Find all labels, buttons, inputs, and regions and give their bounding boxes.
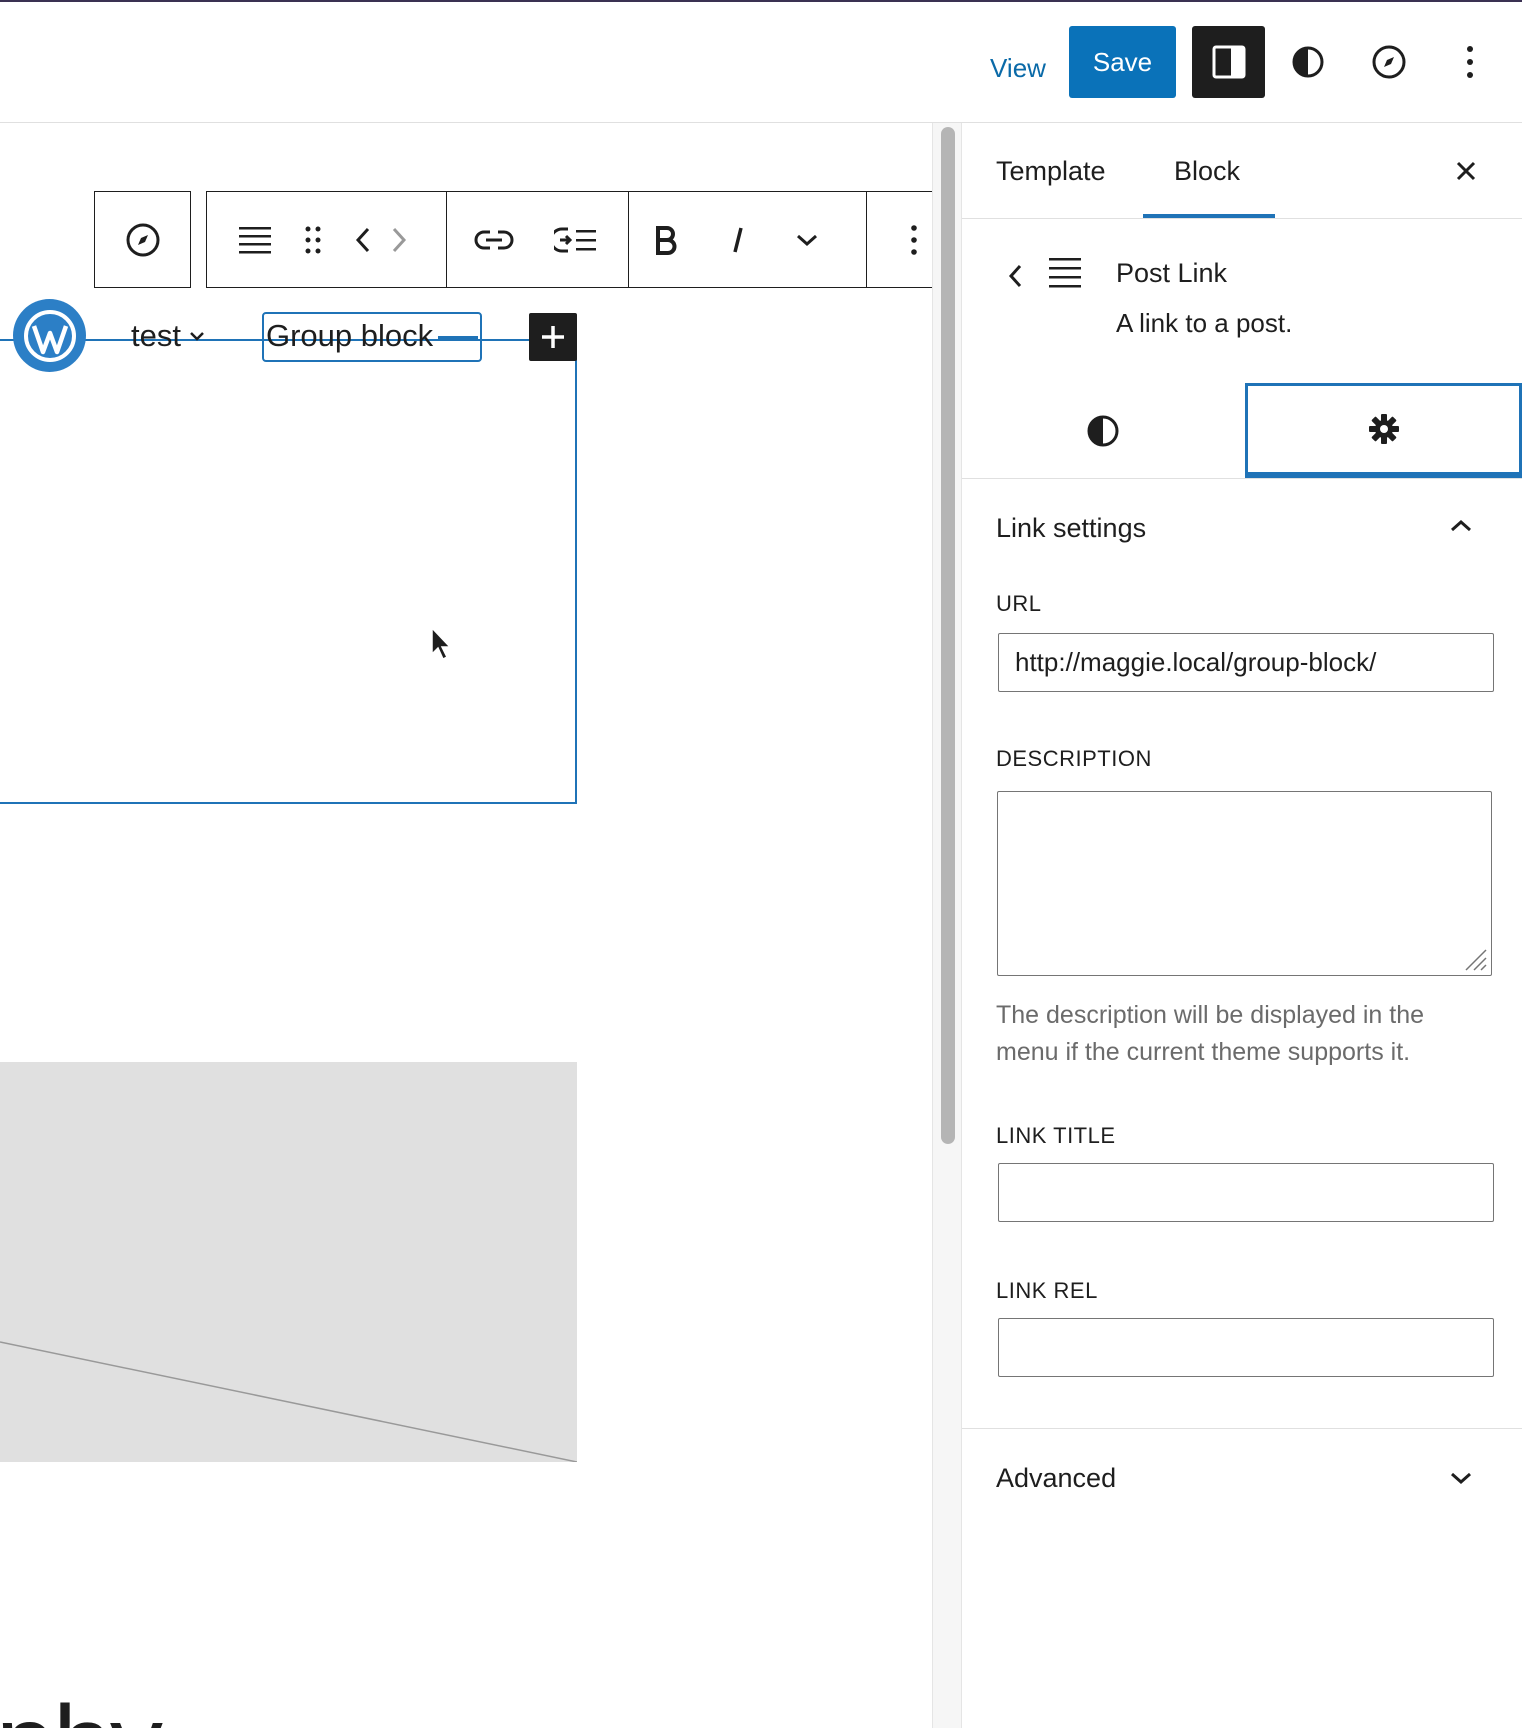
add-block-button[interactable] xyxy=(529,313,577,361)
description-textarea[interactable] xyxy=(997,791,1492,976)
back-button[interactable] xyxy=(1000,256,1030,296)
view-button[interactable]: View xyxy=(968,36,1068,100)
block-title: Post Link xyxy=(1116,258,1228,288)
drag-handle-icon xyxy=(305,226,321,253)
text-cursor-highlight xyxy=(438,336,478,340)
chevron-left-icon xyxy=(356,227,370,252)
block-toolbar xyxy=(206,191,962,288)
drag-handle[interactable] xyxy=(304,192,324,287)
link-rel-label: LINK REL xyxy=(996,1278,1098,1303)
move-left-button[interactable] xyxy=(345,192,380,287)
tab-settings[interactable] xyxy=(1245,383,1522,478)
description-label: DESCRIPTION xyxy=(996,746,1152,771)
navigation-button[interactable] xyxy=(1353,26,1425,98)
block-type-button[interactable] xyxy=(207,192,304,287)
url-input[interactable] xyxy=(998,633,1494,692)
image-placeholder[interactable] xyxy=(0,1062,577,1462)
gear-icon xyxy=(1368,414,1399,444)
contrast-icon xyxy=(1292,46,1324,78)
nav-item-group-block[interactable]: Group block xyxy=(262,312,482,362)
advanced-toggle[interactable]: Advanced xyxy=(996,1463,1116,1494)
italic-icon xyxy=(733,227,743,252)
settings-toggle-button[interactable] xyxy=(1192,26,1265,98)
select-parent-button[interactable] xyxy=(95,192,190,287)
compass-icon xyxy=(1372,45,1406,79)
active-tab-indicator xyxy=(1143,214,1275,218)
settings-panel-icon xyxy=(1212,45,1245,79)
add-submenu-icon xyxy=(553,227,596,252)
tab-template[interactable]: Template xyxy=(996,123,1106,219)
resize-handle-icon[interactable] xyxy=(1462,946,1488,972)
chevron-right-icon xyxy=(392,227,406,252)
scrollbar-thumb[interactable] xyxy=(941,127,955,1144)
block-description: A link to a post. xyxy=(1116,308,1293,338)
compass-icon xyxy=(126,223,159,256)
sidebar-tabs: Template Block xyxy=(962,123,1522,219)
block-card: Post Link A link to a post. xyxy=(962,220,1522,380)
link-icon xyxy=(474,230,514,249)
site-logo[interactable] xyxy=(13,299,86,372)
add-submenu-button[interactable] xyxy=(540,192,611,287)
navigation-block-frame[interactable] xyxy=(0,339,577,804)
save-button[interactable]: Save xyxy=(1069,26,1176,98)
settings-sidebar: Template Block Post Link A link to a pos… xyxy=(962,123,1522,1728)
placeholder-diagonal xyxy=(0,1341,577,1462)
tab-styles[interactable] xyxy=(962,383,1244,478)
inspector-subtabs xyxy=(962,383,1522,479)
mouse-cursor-icon xyxy=(431,626,452,661)
nav-item-test[interactable]: test xyxy=(131,318,205,354)
more-vertical-icon xyxy=(1467,46,1473,78)
post-link-icon xyxy=(239,226,272,253)
advanced-expand-button[interactable] xyxy=(1444,1461,1478,1495)
italic-button[interactable] xyxy=(702,192,773,287)
nav-item-label: test xyxy=(131,318,181,353)
link-settings-collapse-button[interactable] xyxy=(1444,509,1478,543)
chevron-up-icon xyxy=(1451,519,1471,532)
styles-button[interactable] xyxy=(1272,26,1344,98)
panel-divider xyxy=(962,1428,1522,1429)
chevron-left-icon xyxy=(1008,264,1022,288)
url-label: URL xyxy=(996,591,1042,616)
bold-button[interactable] xyxy=(629,192,702,287)
nav-item-label: Group block xyxy=(266,318,434,353)
chevron-down-icon xyxy=(796,234,817,246)
chevron-down-icon xyxy=(190,332,204,341)
link-button[interactable] xyxy=(447,192,540,287)
chevron-down-icon xyxy=(1451,1472,1471,1485)
editor-canvas[interactable]: phy. xyxy=(0,123,932,1728)
link-title-input[interactable] xyxy=(998,1163,1494,1222)
editor-header: View Save xyxy=(0,2,1522,123)
plus-icon xyxy=(542,326,564,348)
close-sidebar-button[interactable] xyxy=(1442,147,1490,195)
link-rel-input[interactable] xyxy=(998,1318,1494,1377)
heading-text-fragment[interactable]: phy. xyxy=(0,1683,182,1728)
close-icon xyxy=(1456,161,1476,181)
wordpress-logo-icon xyxy=(23,309,76,362)
options-menu-button[interactable] xyxy=(1434,26,1506,98)
link-title-label: LINK TITLE xyxy=(996,1123,1116,1148)
post-link-icon xyxy=(1049,258,1081,288)
tab-block[interactable]: Block xyxy=(1174,123,1240,219)
more-formatting-button[interactable] xyxy=(773,192,840,287)
more-vertical-icon xyxy=(911,224,917,255)
block-toolbar-parent xyxy=(94,191,191,288)
contrast-icon xyxy=(1087,415,1119,446)
canvas-scrollbar[interactable] xyxy=(932,123,962,1728)
description-help-text: The description will be displayed in the… xyxy=(996,1001,1425,1066)
link-settings-toggle[interactable]: Link settings xyxy=(996,513,1146,544)
bold-icon xyxy=(655,225,677,255)
move-right-button[interactable] xyxy=(381,192,416,287)
